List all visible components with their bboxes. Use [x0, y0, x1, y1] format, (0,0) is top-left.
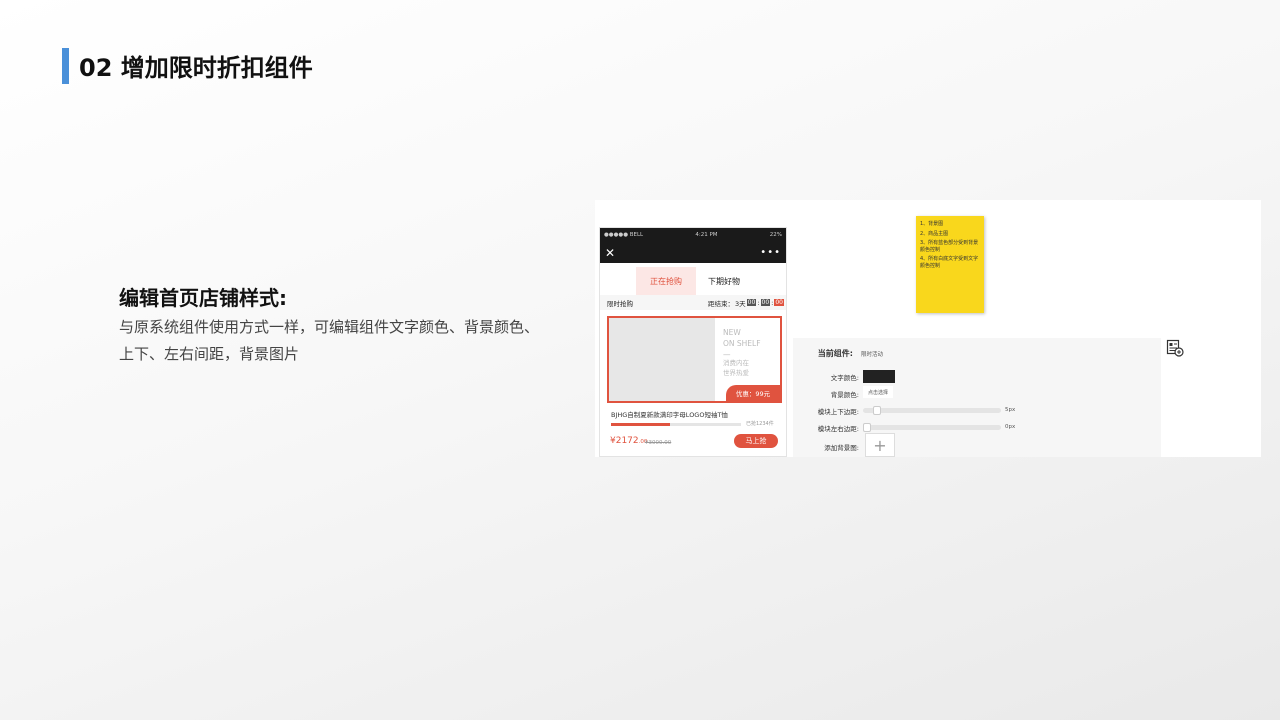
plus-icon[interactable]: + [865, 433, 895, 457]
card-tag-headline: NEW ON SHELF — [723, 327, 773, 360]
bg-color-picker[interactable]: 点击选择 [863, 386, 893, 398]
edit-doc-icon[interactable] [1166, 339, 1184, 357]
more-icon[interactable]: ••• [760, 247, 781, 258]
sale-row: 限时抢购 距结束： 3天 00: 00: 00 [600, 295, 786, 310]
sale-label: 限时抢购 [607, 299, 633, 308]
card-tag-line: ON SHELF [723, 339, 761, 348]
sale-progress-bar [611, 423, 741, 426]
card-tag-line: 世界热爱 [723, 369, 749, 377]
close-icon[interactable]: ✕ [605, 247, 615, 259]
section-heading: 编辑首页店铺样式: [119, 286, 287, 310]
component-settings-panel: 当前组件: 限时活动 文字颜色: 背景颜色: 点击选择 模块上下边距: 5px … [793, 338, 1161, 457]
countdown-days: 3天 [735, 299, 746, 308]
status-bar: ●●●●● BELL 4:21 PM 22% [600, 228, 786, 242]
text-color-label: 文字颜色: [830, 374, 859, 382]
sticky-note: 1、背景图 2、商品主图 3、所有蓝色部分受到背景颜色控制 4、所有白底文字受到… [916, 216, 984, 313]
price: ¥2172.00 [610, 436, 647, 446]
note-item: 4、所有白底文字受到文字颜色控制 [920, 256, 979, 269]
carrier: ●●●●● BELL [604, 232, 644, 238]
phone-tabs: 正在抢购 下期好物 [600, 263, 786, 295]
section-description: 与原系统组件使用方式一样，可编辑组件文字颜色、背景颜色、上下、左右间距，背景图片 [119, 318, 540, 363]
tab-on-sale[interactable]: 正在抢购 [636, 267, 696, 295]
price-int: 2172 [615, 436, 639, 446]
slide-title: 02 增加限时折扣组件 [79, 54, 313, 82]
countdown-hours: 00 [746, 299, 757, 306]
countdown-seconds: 00 [774, 299, 784, 306]
sale-progress-fill [611, 423, 670, 426]
screenshot-panel: ●●●●● BELL 4:21 PM 22% ✕ ••• 正在抢购 下期好物 限… [595, 200, 1261, 457]
horizontal-margin-knob[interactable] [863, 423, 871, 432]
card-tag-sub: 消费内在 世界热爱 [723, 358, 773, 378]
promo-badge: 优惠：99元 [726, 385, 780, 401]
phone-navbar: ✕ ••• [600, 242, 786, 263]
countdown-prefix: 距结束： [708, 299, 735, 308]
horizontal-margin-value: 0px [1005, 424, 1016, 430]
bg-image-label: 添加背景图: [824, 444, 859, 452]
horizontal-margin-label: 模块左右边距: [817, 425, 859, 433]
title-accent-bar [62, 48, 69, 84]
sold-count: 已抢1234件 [746, 421, 774, 427]
horizontal-margin-slider[interactable] [863, 423, 1001, 432]
text-color-swatch[interactable] [863, 370, 895, 383]
card-tag-line: NEW [723, 328, 741, 337]
status-time: 4:21 PM [695, 232, 718, 238]
countdown: 距结束： 3天 00: 00: 00 [708, 298, 784, 308]
vertical-margin-value: 5px [1005, 407, 1016, 413]
phone-preview: ●●●●● BELL 4:21 PM 22% ✕ ••• 正在抢购 下期好物 限… [599, 227, 787, 457]
card-tag-line: 消费内在 [723, 359, 749, 367]
battery: 22% [769, 232, 782, 238]
current-component-label: 当前组件: [817, 349, 853, 358]
product-image [609, 318, 715, 401]
countdown-minutes: 00 [760, 299, 771, 306]
vertical-margin-slider[interactable] [863, 406, 1001, 415]
note-item: 3、所有蓝色部分受到背景颜色控制 [920, 240, 979, 253]
product-card[interactable]: NEW ON SHELF — 消费内在 世界热爱 优惠：99元 [607, 316, 782, 403]
vertical-margin-knob[interactable] [873, 406, 881, 415]
vertical-margin-label: 模块上下边距: [817, 408, 859, 416]
product-name: BJHG自制夏新款满印字母LOGO短袖T恤 [611, 411, 728, 419]
note-item: 1、背景图 [920, 221, 944, 227]
tab-next-period[interactable]: 下期好物 [708, 267, 740, 295]
bg-color-label: 背景颜色: [830, 391, 859, 399]
current-component-value: 限时活动 [861, 352, 884, 358]
buy-now-button[interactable]: 马上抢 [734, 434, 778, 448]
old-price: ¥3000.00 [645, 440, 672, 446]
note-item: 2、商品主图 [920, 230, 949, 237]
